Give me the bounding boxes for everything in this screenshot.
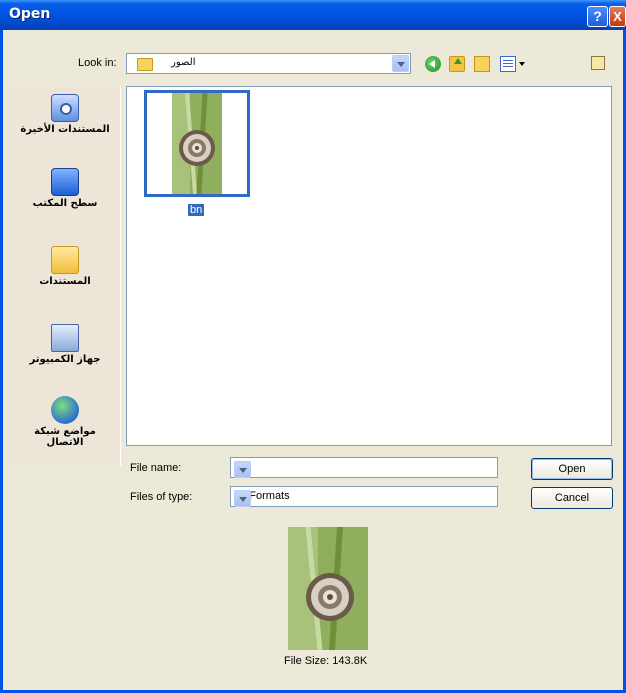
place-label: جهاز الكمبيوتر [29, 354, 101, 365]
look-in-label: Look in: [78, 57, 117, 69]
network-places-icon [51, 396, 79, 424]
snail-thumbnail-image [172, 92, 222, 195]
place-label: المستندات الأخيرة [20, 124, 110, 135]
cancel-button[interactable]: Cancel [531, 487, 613, 509]
place-label: المستندات [39, 276, 91, 287]
help-button[interactable]: ? [587, 6, 608, 27]
file-type-dropdown-icon[interactable] [234, 490, 251, 507]
views-dropdown-arrow-icon[interactable] [519, 62, 525, 66]
file-thumbnail[interactable] [144, 90, 250, 197]
views-menu-icon[interactable] [500, 56, 516, 72]
window-title: Open [9, 6, 51, 22]
file-name-label-text: File name: [130, 462, 182, 474]
place-network[interactable]: مواضع شبكة الاتصال [10, 396, 120, 448]
back-icon[interactable] [425, 56, 441, 72]
close-button[interactable]: X [609, 6, 626, 27]
file-list[interactable]: bn [126, 86, 612, 446]
new-folder-icon[interactable] [474, 56, 490, 72]
open-button[interactable]: Open [531, 458, 613, 480]
snail-preview-image [288, 526, 368, 651]
look-in-value: الصور [171, 57, 196, 68]
file-name-dropdown-icon[interactable] [234, 461, 251, 478]
place-my-computer[interactable]: جهاز الكمبيوتر [10, 324, 120, 365]
place-label: مواضع شبكة الاتصال [34, 426, 96, 448]
place-recent-documents[interactable]: المستندات الأخيرة [10, 94, 120, 135]
preview-image [288, 526, 368, 651]
file-name-label[interactable]: bn [188, 204, 205, 216]
look-in-dropdown[interactable]: الصور [126, 53, 411, 74]
place-desktop[interactable]: سطح المكتب [10, 168, 120, 209]
my-computer-icon [51, 324, 79, 352]
recent-documents-icon [51, 94, 79, 122]
place-my-documents[interactable]: المستندات [10, 246, 120, 287]
place-label: سطح المكتب [32, 198, 98, 209]
my-documents-icon [51, 246, 79, 274]
title-bar[interactable]: Open ? X [0, 0, 626, 30]
places-bar: المستندات الأخيرة سطح المكتب المستندات ج… [10, 86, 121, 466]
folder-icon [137, 58, 153, 71]
dropdown-arrow-icon[interactable] [392, 55, 409, 72]
file-type-label: Files of type: [130, 491, 193, 503]
desktop-icon[interactable] [591, 56, 605, 70]
file-name-input[interactable]: bn [230, 457, 498, 478]
file-size-text: File Size: 143.8K [284, 655, 368, 667]
desktop-icon [51, 168, 79, 196]
up-folder-icon[interactable] [449, 56, 465, 72]
file-type-select[interactable]: All Formats [230, 486, 498, 507]
